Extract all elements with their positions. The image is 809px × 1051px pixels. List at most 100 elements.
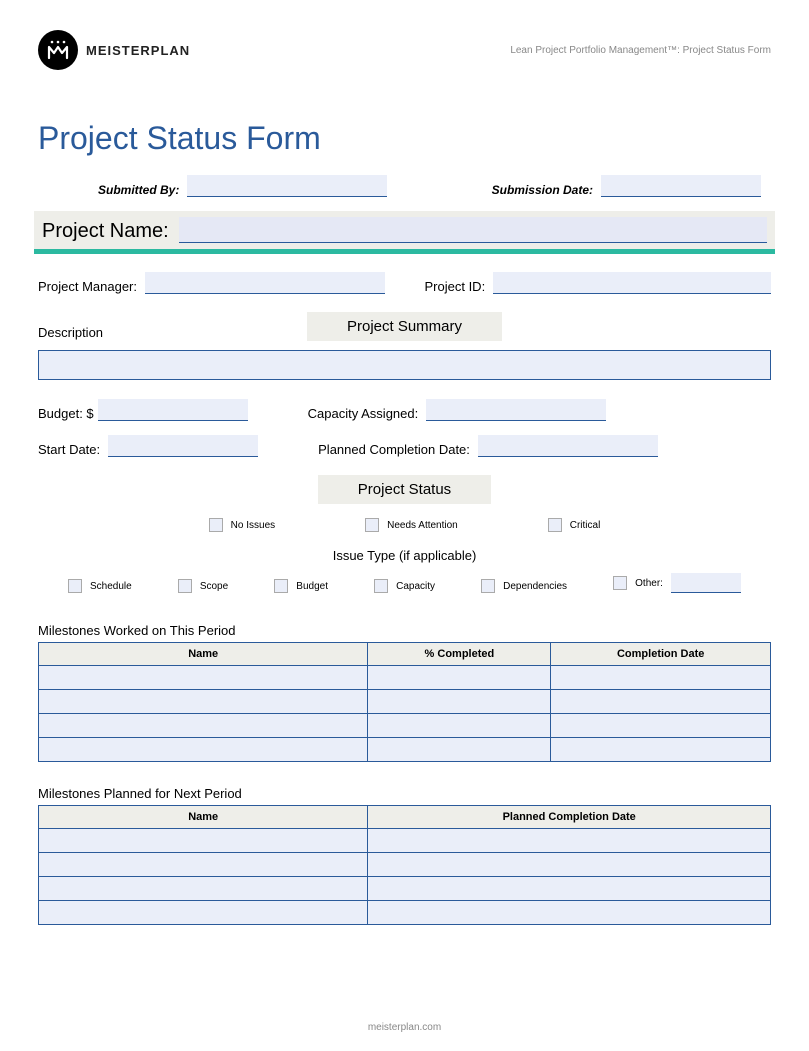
- status-critical-label: Critical: [570, 520, 601, 531]
- table-row: [39, 901, 771, 925]
- cell-name[interactable]: [39, 666, 368, 690]
- table-row: [39, 714, 771, 738]
- issue-dependencies[interactable]: Dependencies: [481, 579, 567, 593]
- page-header: MEISTERPLAN Lean Project Portfolio Manag…: [38, 30, 771, 70]
- cell-date[interactable]: [551, 714, 771, 738]
- start-date-input[interactable]: [108, 435, 258, 457]
- col-date: Completion Date: [551, 643, 771, 666]
- cell-name[interactable]: [39, 714, 368, 738]
- issue-type-heading: Issue Type (if applicable): [38, 548, 771, 563]
- project-manager-input[interactable]: [145, 272, 385, 294]
- cell-date[interactable]: [368, 877, 771, 901]
- cell-date[interactable]: [551, 690, 771, 714]
- issue-capacity-label: Capacity: [396, 581, 435, 592]
- table-row: [39, 690, 771, 714]
- table-row: [39, 829, 771, 853]
- capacity-input[interactable]: [426, 399, 606, 421]
- status-options-row: No Issues Needs Attention Critical: [38, 518, 771, 532]
- header-tagline: Lean Project Portfolio Management™: Proj…: [510, 45, 771, 56]
- project-name-input[interactable]: [179, 217, 767, 243]
- issue-scope[interactable]: Scope: [178, 579, 228, 593]
- issue-schedule-label: Schedule: [90, 581, 132, 592]
- cell-name[interactable]: [39, 690, 368, 714]
- page-footer: meisterplan.com: [0, 1022, 809, 1033]
- checkbox-icon[interactable]: [365, 518, 379, 532]
- project-status-form-page: MEISTERPLAN Lean Project Portfolio Manag…: [0, 0, 809, 1051]
- milestones-planned-table: Name Planned Completion Date: [38, 805, 771, 925]
- project-id-label: Project ID:: [425, 279, 486, 294]
- issue-other-label: Other:: [635, 578, 663, 589]
- cell-name[interactable]: [39, 738, 368, 762]
- page-title: Project Status Form: [38, 120, 771, 157]
- cell-date[interactable]: [368, 901, 771, 925]
- checkbox-icon[interactable]: [68, 579, 82, 593]
- planned-completion-input[interactable]: [478, 435, 658, 457]
- submitted-by-input[interactable]: [187, 175, 387, 197]
- dates-row: Start Date: Planned Completion Date:: [38, 435, 771, 457]
- project-name-label: Project Name:: [42, 220, 169, 243]
- cell-name[interactable]: [39, 901, 368, 925]
- meta-row: Project Manager: Project ID:: [38, 272, 771, 294]
- project-id-input[interactable]: [493, 272, 771, 294]
- milestones-worked-table: Name % Completed Completion Date: [38, 642, 771, 762]
- issue-budget-label: Budget: [296, 581, 328, 592]
- cell-pct[interactable]: [368, 738, 551, 762]
- issue-schedule[interactable]: Schedule: [68, 579, 132, 593]
- cell-date[interactable]: [551, 738, 771, 762]
- status-heading-wrap: Project Status: [38, 475, 771, 504]
- col-date: Planned Completion Date: [368, 806, 771, 829]
- checkbox-icon[interactable]: [481, 579, 495, 593]
- milestones-planned-title: Milestones Planned for Next Period: [38, 786, 771, 801]
- cell-date[interactable]: [551, 666, 771, 690]
- checkbox-icon[interactable]: [613, 576, 627, 590]
- issue-type-row: Schedule Scope Budget Capacity Dependenc…: [38, 573, 771, 593]
- planned-completion-label: Planned Completion Date:: [318, 442, 470, 457]
- cell-date[interactable]: [368, 853, 771, 877]
- start-date-label: Start Date:: [38, 442, 100, 457]
- cell-name[interactable]: [39, 853, 368, 877]
- cell-pct[interactable]: [368, 714, 551, 738]
- issue-dependencies-label: Dependencies: [503, 581, 567, 592]
- divider-accent: [34, 249, 775, 254]
- submission-date-input[interactable]: [601, 175, 761, 197]
- checkbox-icon[interactable]: [209, 518, 223, 532]
- capacity-label: Capacity Assigned:: [308, 406, 419, 421]
- cell-name[interactable]: [39, 829, 368, 853]
- summary-heading: Project Summary: [307, 312, 502, 341]
- checkbox-icon[interactable]: [548, 518, 562, 532]
- table-row: [39, 738, 771, 762]
- status-no-issues-label: No Issues: [231, 520, 275, 531]
- checkbox-icon[interactable]: [274, 579, 288, 593]
- issue-other-input[interactable]: [671, 573, 741, 593]
- status-needs-attention-label: Needs Attention: [387, 520, 458, 531]
- table-row: [39, 666, 771, 690]
- issue-budget[interactable]: Budget: [274, 579, 328, 593]
- description-input[interactable]: [38, 350, 771, 380]
- col-name: Name: [39, 643, 368, 666]
- status-no-issues[interactable]: No Issues: [209, 518, 275, 532]
- budget-capacity-row: Budget: $ Capacity Assigned:: [38, 399, 771, 421]
- cell-pct[interactable]: [368, 690, 551, 714]
- issue-capacity[interactable]: Capacity: [374, 579, 435, 593]
- issue-other[interactable]: Other:: [613, 573, 741, 593]
- cell-pct[interactable]: [368, 666, 551, 690]
- project-name-bar: Project Name:: [34, 211, 775, 249]
- budget-label: Budget: $: [38, 406, 94, 421]
- budget-input[interactable]: [98, 399, 248, 421]
- table-row: [39, 853, 771, 877]
- submission-row: Submitted By: Submission Date:: [38, 175, 771, 197]
- col-pct: % Completed: [368, 643, 551, 666]
- submission-date-label: Submission Date:: [492, 183, 593, 197]
- submitted-by-label: Submitted By:: [98, 183, 179, 197]
- cell-date[interactable]: [368, 829, 771, 853]
- status-critical[interactable]: Critical: [548, 518, 601, 532]
- status-needs-attention[interactable]: Needs Attention: [365, 518, 458, 532]
- checkbox-icon[interactable]: [178, 579, 192, 593]
- status-heading: Project Status: [318, 475, 491, 504]
- cell-name[interactable]: [39, 877, 368, 901]
- issue-scope-label: Scope: [200, 581, 228, 592]
- project-manager-label: Project Manager:: [38, 279, 137, 294]
- checkbox-icon[interactable]: [374, 579, 388, 593]
- col-name: Name: [39, 806, 368, 829]
- brand-name: MEISTERPLAN: [86, 43, 190, 58]
